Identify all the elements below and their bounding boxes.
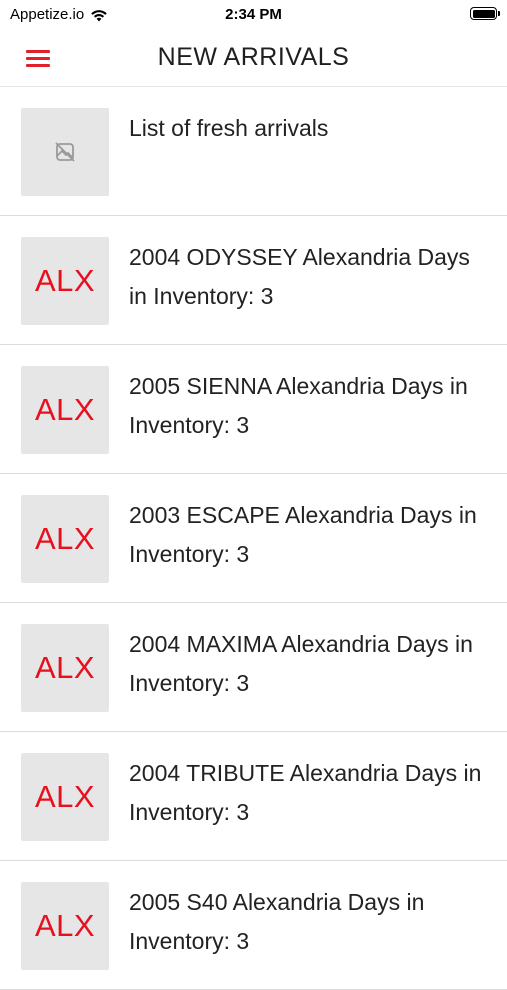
status-time: 2:34 PM [225, 6, 282, 23]
battery-icon [470, 7, 500, 20]
list-item-text: 2004 TRIBUTE Alexandria Days in Inventor… [129, 760, 482, 825]
list-item-text: 2004 ODYSSEY Alexandria Days in Inventor… [129, 244, 470, 309]
thumbnail-label: ALX [34, 392, 96, 427]
thumbnail: ALX [21, 753, 109, 841]
broken-image-icon [55, 142, 75, 162]
thumbnail-label: ALX [34, 263, 96, 298]
arrivals-list: List of fresh arrivals ALX 2004 ODYSSEY … [0, 87, 507, 990]
thumbnail: ALX [21, 237, 109, 325]
thumbnail: ALX [21, 882, 109, 970]
thumbnail-label: ALX [34, 650, 96, 685]
list-item[interactable]: ALX 2004 ODYSSEY Alexandria Days in Inve… [0, 216, 507, 345]
list-item[interactable]: ALX 2005 SIENNA Alexandria Days in Inven… [0, 345, 507, 474]
list-item[interactable]: ALX 2004 MAXIMA Alexandria Days in Inven… [0, 603, 507, 732]
list-header-item[interactable]: List of fresh arrivals [0, 87, 507, 216]
list-item-text: 2004 MAXIMA Alexandria Days in Inventory… [129, 631, 473, 696]
thumbnail-placeholder [21, 108, 109, 196]
list-item-text: 2005 S40 Alexandria Days in Inventory: 3 [129, 889, 425, 954]
thumbnail: ALX [21, 366, 109, 454]
list-item[interactable]: ALX 2004 TRIBUTE Alexandria Days in Inve… [0, 732, 507, 861]
thumbnail: ALX [21, 495, 109, 583]
list-header-text: List of fresh arrivals [129, 115, 329, 141]
thumbnail-label: ALX [34, 521, 96, 556]
page-title: NEW ARRIVALS [157, 43, 350, 71]
thumbnail: ALX [21, 624, 109, 712]
nav-bar: NEW ARRIVALS [0, 30, 507, 87]
thumbnail-label: ALX [34, 908, 96, 943]
thumbnail-label: ALX [34, 779, 96, 814]
list-item[interactable]: ALX 2005 S40 Alexandria Days in Inventor… [0, 861, 507, 990]
list-item-text: 2003 ESCAPE Alexandria Days in Inventory… [129, 502, 477, 567]
list-item[interactable]: ALX 2003 ESCAPE Alexandria Days in Inven… [0, 474, 507, 603]
list-item-text: 2005 SIENNA Alexandria Days in Inventory… [129, 373, 468, 438]
status-bar: Appetize.io 2:34 PM [0, 0, 507, 30]
